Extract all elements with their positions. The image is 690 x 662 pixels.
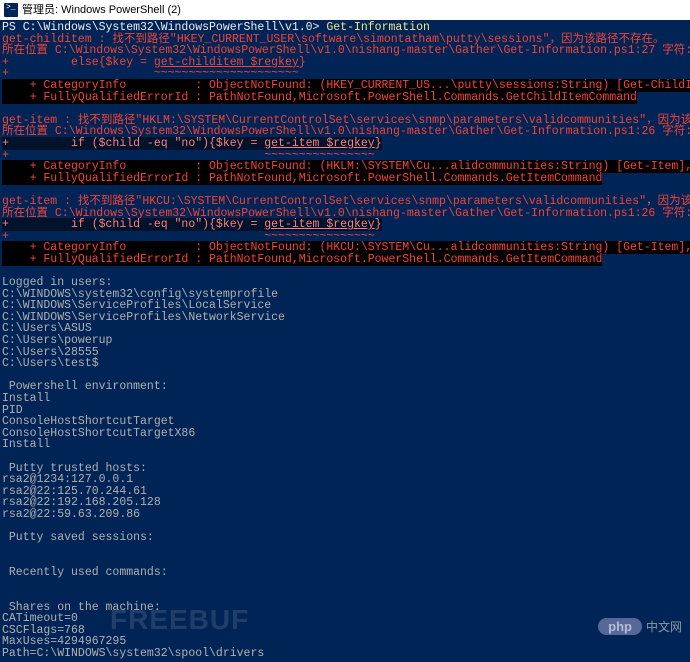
- php-logo: php: [598, 618, 642, 635]
- powershell-icon: [4, 3, 18, 17]
- window-titlebar[interactable]: 管理员: Windows PowerShell (2): [0, 0, 690, 20]
- error-id: + FullyQualifiedErrorId : PathNotFound,M…: [2, 91, 637, 104]
- terminal-area[interactable]: PS C:\Windows\System32\WindowsPowerShell…: [0, 20, 690, 662]
- output-line: rsa2@22:59.63.209.86: [2, 508, 140, 521]
- php-cn-text: 中文网: [646, 621, 682, 633]
- window-title: 管理员: Windows PowerShell (2): [22, 5, 181, 16]
- section-header: Putty saved sessions:: [2, 531, 154, 544]
- error-id: + FullyQualifiedErrorId : PathNotFound,M…: [2, 172, 602, 185]
- watermark-php: php 中文网: [598, 618, 682, 635]
- section-header: Recently used commands:: [2, 566, 168, 579]
- watermark-freebuf: FREEBUF: [110, 606, 249, 634]
- output-line: Install: [2, 438, 50, 451]
- error-id: + FullyQualifiedErrorId : PathNotFound,M…: [2, 253, 602, 266]
- output-line: C:\Users\test$: [2, 357, 99, 370]
- output-line: Path=C:\WINDOWS\system32\spool\drivers: [2, 647, 264, 660]
